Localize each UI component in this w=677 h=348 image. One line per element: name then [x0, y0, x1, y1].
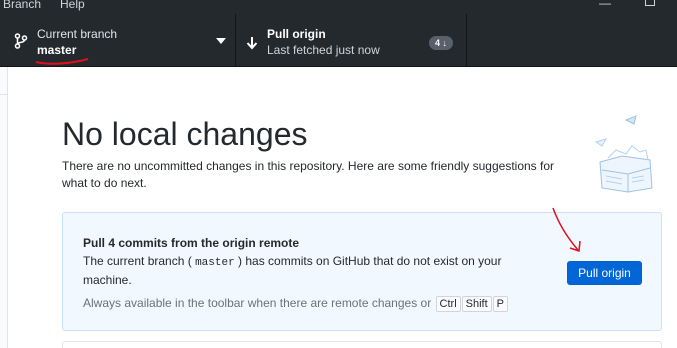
- empty-state-illustration: [594, 115, 653, 193]
- branch-icon: [14, 33, 28, 49]
- pull-origin-toolbar-button[interactable]: Pull origin Last fetched just now 4 ↓: [236, 14, 467, 67]
- page-description: There are no uncommitted changes in this…: [62, 159, 555, 190]
- toolbar-empty-area: [467, 14, 677, 67]
- current-branch-label: Current branch: [37, 27, 118, 41]
- annotation-underline: [35, 58, 89, 65]
- hint-text: Always available in the toolbar when the…: [83, 296, 432, 310]
- title-bar: Branch Help —: [0, 0, 677, 14]
- card-description: The current branch ( master ) has commit…: [83, 253, 523, 289]
- shortcut-hint: Always available in the toolbar when the…: [83, 295, 509, 312]
- arrow-up-icon: ↓: [442, 38, 448, 48]
- current-branch-button[interactable]: Current branch master: [0, 14, 236, 67]
- toolbar: Current branch master Pull origin Last f…: [0, 14, 677, 67]
- chevron-down-icon: [216, 38, 226, 44]
- menu-branch[interactable]: Branch: [3, 0, 41, 12]
- kbd-p: P: [492, 296, 509, 312]
- branch-code: master: [195, 257, 235, 269]
- kbd-ctrl: Ctrl: [435, 296, 461, 312]
- card-description-start: The current branch (: [83, 254, 192, 268]
- kbd-shift: Shift: [461, 296, 492, 312]
- commit-count: 4: [435, 38, 441, 48]
- divider: [0, 94, 8, 95]
- next-card: [62, 341, 662, 348]
- arrow-down-icon: [246, 37, 258, 50]
- page-title: No local changes: [62, 116, 308, 152]
- maximize-button[interactable]: [645, 0, 655, 6]
- last-fetched-text: Last fetched just now: [267, 43, 380, 57]
- pull-origin-button[interactable]: Pull origin: [567, 261, 642, 285]
- commit-count-badge: 4 ↓: [429, 36, 454, 50]
- pull-origin-title: Pull origin: [267, 27, 326, 41]
- current-branch-name: master: [37, 43, 77, 57]
- sidebar-edge: [0, 67, 8, 348]
- card-title: Pull 4 commits from the origin remote: [83, 236, 300, 250]
- annotation-arrow: [552, 207, 581, 253]
- menu-help[interactable]: Help: [60, 0, 85, 12]
- minimize-button[interactable]: —: [599, 0, 611, 10]
